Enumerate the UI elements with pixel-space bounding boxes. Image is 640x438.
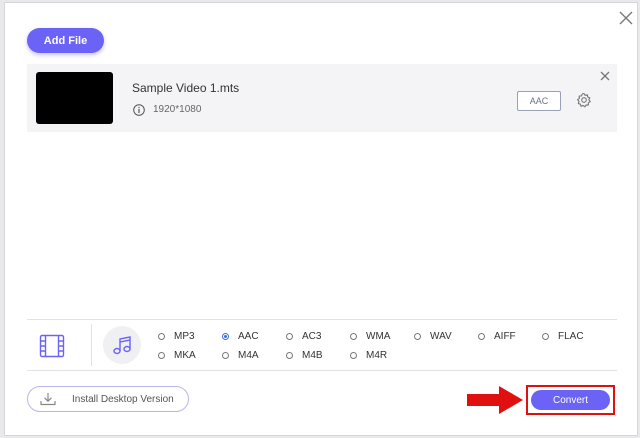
format-option-flac[interactable]: FLAC xyxy=(542,331,584,342)
add-file-button[interactable]: Add File xyxy=(27,28,104,53)
file-list-item: Sample Video 1.mts 1920*1080 AAC xyxy=(27,64,617,132)
format-option-m4a[interactable]: M4A xyxy=(222,350,259,361)
convert-highlight-box: Convert xyxy=(526,385,615,415)
download-icon xyxy=(40,393,56,406)
red-arrow-icon xyxy=(467,386,523,414)
music-note-icon xyxy=(113,336,131,355)
file-resolution: 1920*1080 xyxy=(153,104,202,115)
radio-wma[interactable] xyxy=(350,333,357,340)
remove-file-icon[interactable] xyxy=(599,70,611,82)
radio-mp3[interactable] xyxy=(158,333,165,340)
radio-aiff[interactable] xyxy=(478,333,485,340)
radio-wav[interactable] xyxy=(414,333,421,340)
format-option-m4b[interactable]: M4B xyxy=(286,350,323,361)
radio-ac3[interactable] xyxy=(286,333,293,340)
install-desktop-button[interactable]: Install Desktop Version xyxy=(27,386,189,412)
convert-button[interactable]: Convert xyxy=(531,390,610,410)
radio-m4b[interactable] xyxy=(286,352,293,359)
output-format-badge[interactable]: AAC xyxy=(517,91,561,111)
video-thumbnail xyxy=(36,72,113,124)
format-option-mka[interactable]: MKA xyxy=(158,350,196,361)
video-format-tab-icon[interactable] xyxy=(39,334,65,358)
format-option-mp3[interactable]: MP3 xyxy=(158,331,195,342)
radio-flac[interactable] xyxy=(542,333,549,340)
radio-mka[interactable] xyxy=(158,352,165,359)
format-option-m4r[interactable]: M4R xyxy=(350,350,387,361)
converter-dialog: Add File Sample Video 1.mts 1920*1080 AA… xyxy=(4,2,638,436)
format-option-wma[interactable]: WMA xyxy=(350,331,390,342)
radio-aac[interactable] xyxy=(222,333,229,340)
file-name: Sample Video 1.mts xyxy=(132,81,240,95)
radio-m4a[interactable] xyxy=(222,352,229,359)
audio-format-tab[interactable] xyxy=(103,326,141,364)
info-icon[interactable] xyxy=(133,104,145,116)
format-panel: MP3 AAC AC3 WMA WAV AIFF FLAC MKA M4A M4… xyxy=(27,319,617,371)
radio-m4r[interactable] xyxy=(350,352,357,359)
format-option-wav[interactable]: WAV xyxy=(414,331,452,342)
close-dialog-icon[interactable] xyxy=(617,9,635,27)
format-option-ac3[interactable]: AC3 xyxy=(286,331,321,342)
install-label: Install Desktop Version xyxy=(72,393,174,405)
format-option-aac[interactable]: AAC xyxy=(222,331,259,342)
format-option-aiff[interactable]: AIFF xyxy=(478,331,516,342)
tab-separator xyxy=(91,324,92,366)
gear-icon[interactable] xyxy=(576,92,592,108)
